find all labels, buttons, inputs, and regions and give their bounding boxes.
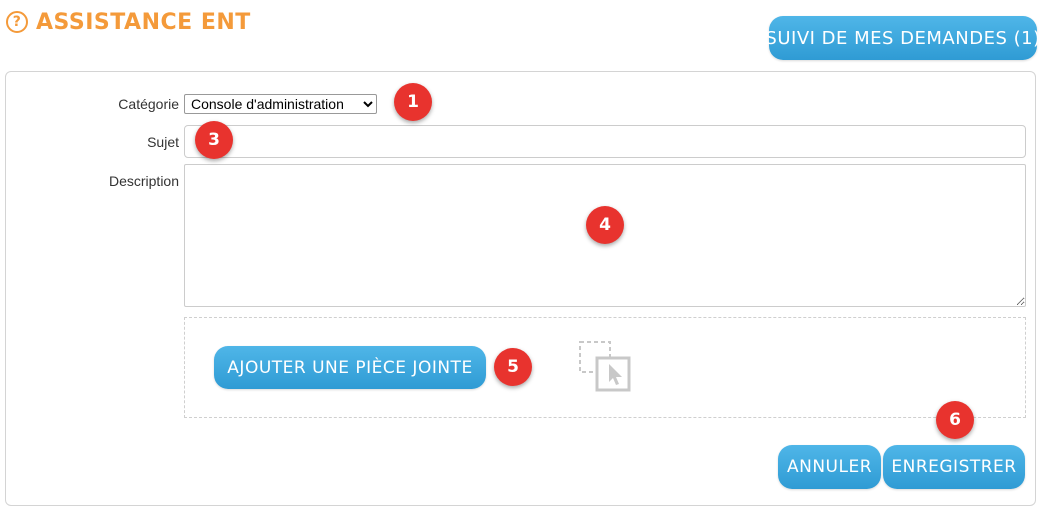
track-requests-button[interactable]: SUIVI DE MES DEMANDES (1) (765, 16, 1040, 60)
cancel-button[interactable]: ANNULER (778, 445, 881, 489)
description-label: Description (108, 173, 179, 189)
page-title: ? ASSISTANCE ENT (6, 8, 251, 36)
drag-drop-file-icon (579, 341, 631, 392)
annotation-marker-1: 1 (394, 83, 432, 121)
annotation-marker-4: 4 (586, 206, 624, 244)
annotation-marker-6: 6 (936, 401, 974, 439)
subject-input[interactable] (184, 125, 1026, 158)
page-title-text: ASSISTANCE ENT (36, 9, 251, 35)
annotation-marker-5: 5 (494, 348, 532, 386)
category-select[interactable]: Console d'administration (184, 94, 377, 114)
category-label: Catégorie (118, 96, 179, 112)
annotation-marker-3: 3 (195, 121, 233, 159)
add-attachment-button[interactable]: AJOUTER UNE PIÈCE JOINTE (214, 346, 486, 389)
subject-label: Sujet (147, 134, 179, 150)
question-circle-icon: ? (6, 11, 28, 33)
save-button[interactable]: ENREGISTRER (883, 445, 1025, 489)
